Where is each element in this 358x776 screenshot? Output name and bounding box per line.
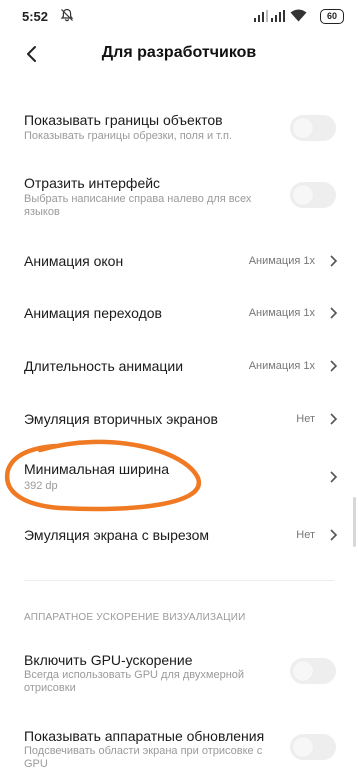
setting-subtitle: 392 dp: [24, 480, 58, 492]
toggle-switch[interactable]: [290, 182, 336, 208]
setting-subtitle: Подсвечивать области экрана при отрисовк…: [24, 745, 263, 770]
toggle-switch[interactable]: [290, 115, 336, 141]
setting-title: Эмуляция экрана с вырезом: [24, 527, 210, 543]
toggle-switch[interactable]: [290, 658, 336, 684]
status-time: 5:52: [22, 9, 49, 24]
setting-subtitle: Показывать границы обрезки, поля и т.п.: [24, 130, 233, 142]
notifications-muted-icon: [60, 8, 74, 22]
setting-title: Анимация переходов: [24, 305, 162, 321]
toggle-switch[interactable]: [290, 734, 336, 760]
setting-value: Анимация 1x: [248, 255, 315, 267]
setting-title: Эмуляция вторичных экранов: [24, 411, 218, 427]
setting-value: Нет: [296, 529, 315, 541]
chevron-right-icon: [330, 471, 338, 483]
setting-value: Нет: [296, 413, 315, 425]
setting-gpu-acceleration[interactable]: Включить GPU-ускорение Всегда использова…: [0, 648, 358, 698]
wifi-icon: [290, 9, 307, 22]
setting-title: Длительность анимации: [24, 358, 184, 374]
setting-title: Показывать аппаратные обновления: [24, 728, 265, 744]
section-divider: [24, 580, 334, 581]
setting-transition-animation[interactable]: Анимация переходов Анимация 1x: [0, 302, 358, 324]
setting-subtitle: Всегда использовать GPU для двухмерной о…: [24, 669, 245, 694]
setting-show-layout-bounds[interactable]: Показывать границы объектов Показывать г…: [0, 108, 358, 148]
scrollbar[interactable]: [353, 497, 356, 547]
chevron-right-icon: [330, 529, 338, 541]
section-header-hw-acceleration: АППАРАТНОЕ УСКОРЕНИЕ ВИЗУАЛИЗАЦИИ: [24, 612, 246, 623]
status-icons: 60: [254, 9, 344, 25]
toggle-knob: [293, 737, 313, 757]
setting-value: Анимация 1x: [248, 360, 315, 372]
signal-icon-2: [271, 10, 285, 22]
setting-minimum-width[interactable]: Минимальная ширина 392 dp: [0, 458, 358, 496]
chevron-right-icon: [330, 307, 338, 319]
setting-show-hw-updates[interactable]: Показывать аппаратные обновления Подсвеч…: [0, 724, 358, 774]
setting-force-rtl[interactable]: Отразить интерфейс Выбрать написание спр…: [0, 172, 358, 222]
setting-secondary-displays[interactable]: Эмуляция вторичных экранов Нет: [0, 408, 358, 430]
status-bar: 5:52 60: [0, 0, 358, 36]
toggle-knob: [293, 661, 313, 681]
chevron-right-icon: [330, 255, 338, 267]
app-header: Для разработчиков: [0, 36, 358, 72]
setting-animation-duration[interactable]: Длительность анимации Анимация 1x: [0, 355, 358, 377]
setting-window-animation[interactable]: Анимация окон Анимация 1x: [0, 250, 358, 272]
setting-display-cutout[interactable]: Эмуляция экрана с вырезом Нет: [0, 524, 358, 546]
chevron-right-icon: [330, 413, 338, 425]
toggle-knob: [293, 118, 313, 138]
toggle-knob: [293, 185, 313, 205]
setting-title: Анимация окон: [24, 253, 124, 269]
setting-title: Минимальная ширина: [24, 461, 170, 477]
setting-subtitle: Выбрать написание справа налево для всех…: [24, 193, 252, 218]
signal-icon: [254, 10, 268, 22]
setting-title: Включить GPU-ускорение: [24, 652, 193, 668]
battery-indicator: 60: [320, 9, 344, 24]
page-title: Для разработчиков: [101, 44, 257, 61]
setting-title: Показывать границы объектов: [24, 112, 223, 128]
setting-value: Анимация 1x: [248, 307, 315, 319]
setting-title: Отразить интерфейс: [24, 175, 161, 191]
chevron-right-icon: [330, 360, 338, 372]
